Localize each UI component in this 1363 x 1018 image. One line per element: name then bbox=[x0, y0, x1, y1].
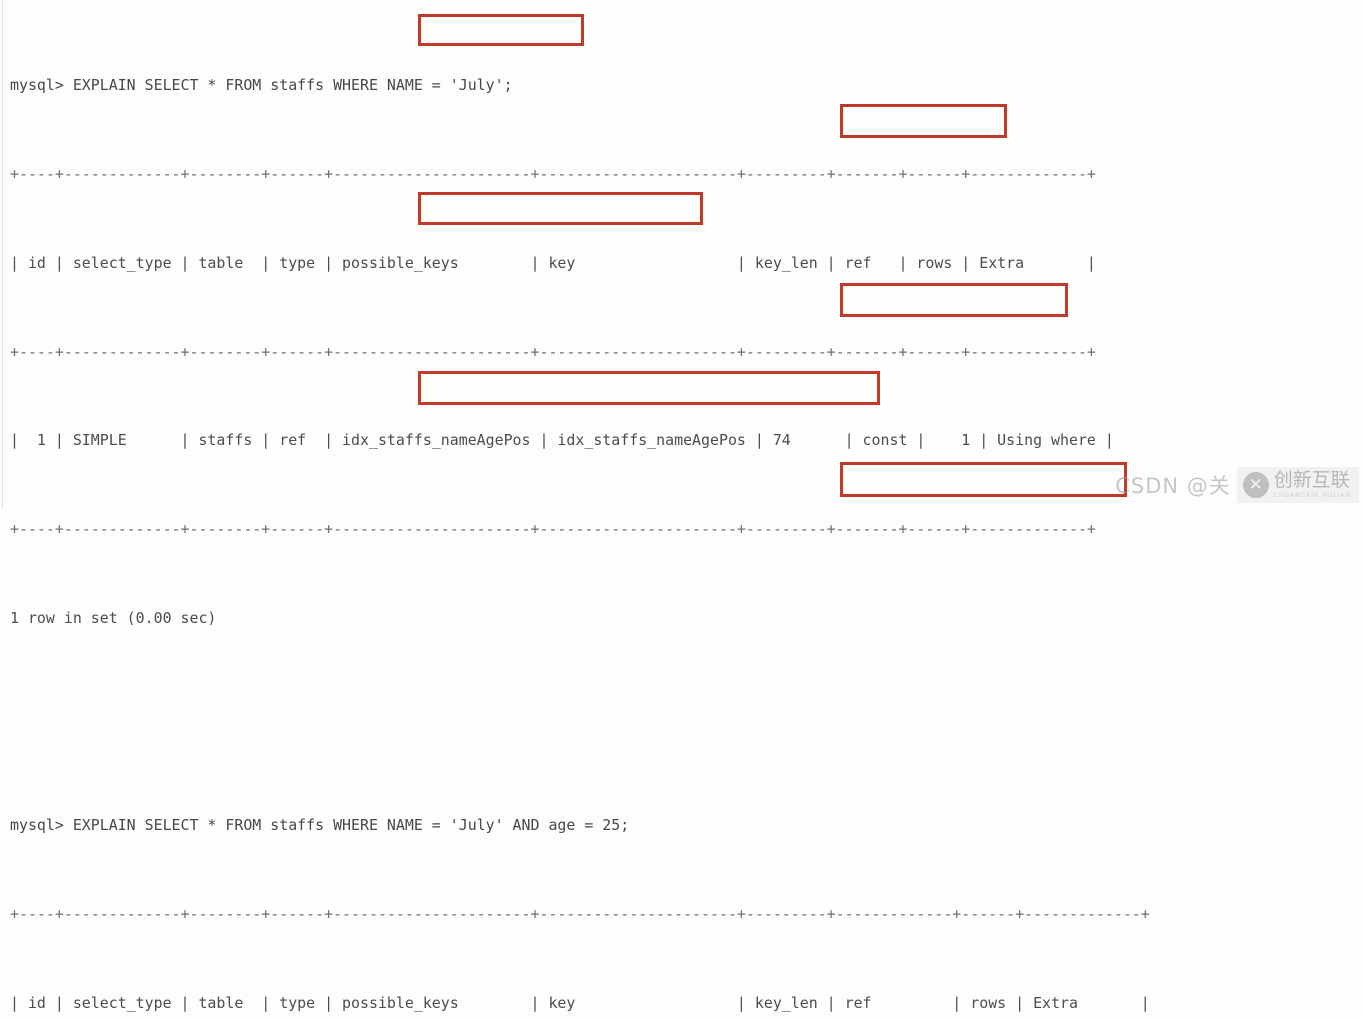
table-rule: +----+-------------+--------+------+----… bbox=[10, 520, 1096, 539]
watermark-brand-sub: CHUANGXIN HULIAN bbox=[1273, 492, 1351, 499]
result-status-1: 1 row in set (0.00 sec) bbox=[10, 608, 217, 627]
table-rule: +----+-------------+--------+------+----… bbox=[10, 904, 1150, 923]
brand-mark-icon: ✕ bbox=[1242, 472, 1269, 498]
table-row: | 1 | SIMPLE | staffs | ref | idx_staffs… bbox=[10, 431, 1114, 450]
table-rule: +----+-------------+--------+------+----… bbox=[10, 342, 1096, 361]
watermark-brand-text-wrap: 创新互联 CHUANGXIN HULIAN bbox=[1273, 469, 1351, 500]
watermark-brand-logo: ✕ 创新互联 CHUANGXIN HULIAN bbox=[1236, 467, 1359, 503]
mysql-terminal-output: mysql> EXPLAIN SELECT * FROM staffs WHER… bbox=[0, 0, 1363, 1012]
console-text: mysql> EXPLAIN SELECT * FROM staffs WHER… bbox=[10, 12, 1222, 1018]
table-rule: +----+-------------+--------+------+----… bbox=[10, 164, 1096, 183]
prompt-line-2: mysql> EXPLAIN SELECT * FROM staffs WHER… bbox=[10, 816, 630, 835]
watermark-brand-cn: 创新互联 bbox=[1273, 469, 1350, 491]
table-header-row: | id | select_type | table | type | poss… bbox=[10, 993, 1150, 1012]
prompt-line-1: mysql> EXPLAIN SELECT * FROM staffs WHER… bbox=[10, 76, 513, 95]
table-header-row: | id | select_type | table | type | poss… bbox=[10, 253, 1096, 272]
